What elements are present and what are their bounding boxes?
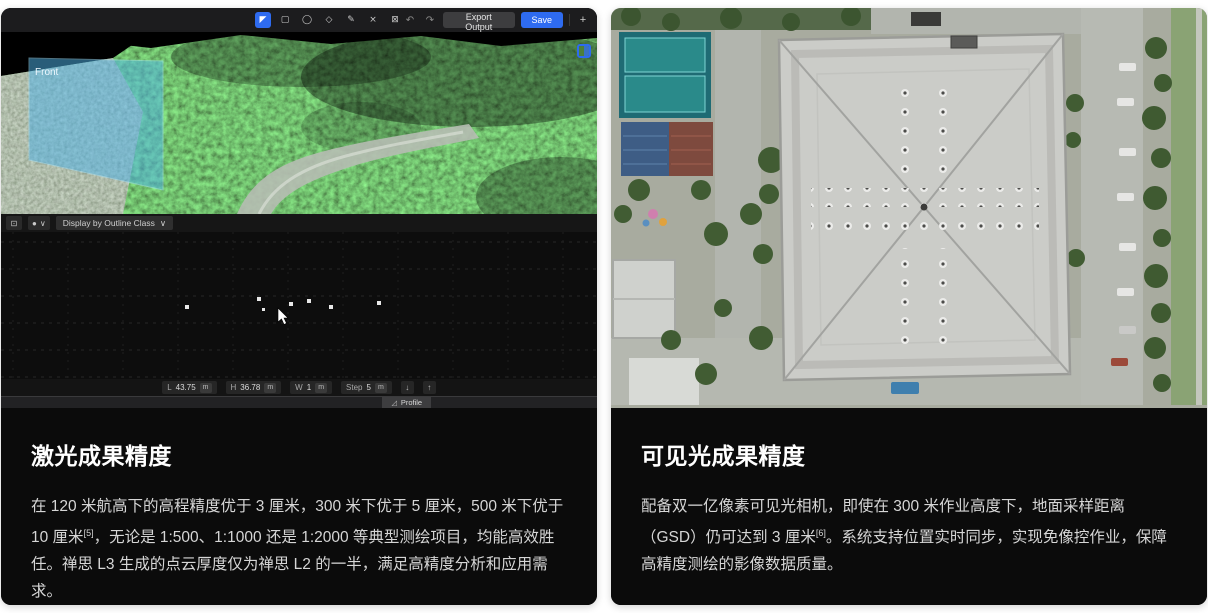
profile-point-samples [185,297,381,311]
add-icon[interactable]: + [576,13,590,27]
chevron-down-icon: ∨ [160,218,166,229]
profile-tab-label: Profile [401,398,422,407]
length-field[interactable]: L 43.75 m [162,381,216,394]
select-tool-icon[interactable]: ◤ [255,12,271,28]
measurement-toolbar: L 43.75 m H 36.78 m W 1 m Step 5 m [1,379,597,396]
chevron-down-icon: ∨ [40,219,46,228]
bottom-tab-bar: ◿ Profile [1,396,597,408]
parked-cars [1117,63,1136,334]
field-value: 36.78 [240,383,260,392]
field-unit: m [375,383,387,393]
undo-icon[interactable]: ↶ [403,13,417,27]
field-label: H [231,383,237,392]
lidar-accuracy-card: ◤ ▢ ◯ ◇ ✎ × ⊠ ↶ ↷ Export Output Save + [1,8,597,605]
clear-selection-tool-icon[interactable]: × [365,12,381,28]
forest-point-cloud-render: Front [1,32,597,214]
step-field[interactable]: Step 5 m [341,381,392,394]
point-cloud-3d-viewport[interactable]: Front [1,32,597,214]
box-select-tool-icon[interactable]: ⊠ [387,12,403,28]
visible-light-text-section: 可见光成果精度 配备双一亿像素可见光相机，即使在 300 米作业高度下，地面采样… [611,408,1207,605]
aerial-orthophoto [611,8,1207,408]
point-size-dropdown[interactable]: ● ∨ [28,216,50,230]
visible-light-body: 配备双一亿像素可见光相机，即使在 300 米作业高度下，地面采样距离（GSD）仍… [641,493,1177,578]
viewer-toolbar: ◤ ▢ ◯ ◇ ✎ × ⊠ ↶ ↷ Export Output Save + [1,8,597,32]
field-label: W [295,383,303,392]
aerial-building-render [611,8,1207,405]
height-field[interactable]: H 36.78 m [226,381,282,394]
capture-icon[interactable]: ⊡ [6,216,22,230]
selection-plane-label: Front [35,67,59,78]
redo-icon[interactable]: ↷ [423,13,437,27]
field-label: Step [346,383,362,392]
toolbar-right-group: ↶ ↷ Export Output Save + [403,12,590,28]
field-unit: m [264,383,276,393]
profile-chart-icon: ◿ [391,399,396,407]
field-value: 5 [367,383,371,392]
field-unit: m [315,383,327,393]
rect-select-tool-icon[interactable]: ▢ [277,12,293,28]
lidar-text-section: 激光成果精度 在 120 米航高下的高程精度优于 3 厘米，300 米下优于 5… [1,408,597,605]
footnote-5: [5] [84,528,94,538]
circle-select-tool-icon[interactable]: ◯ [299,12,315,28]
selection-tools-group: ◤ ▢ ◯ ◇ ✎ × ⊠ [255,12,403,28]
visible-light-accuracy-card: 可见光成果精度 配备双一亿像素可见光相机，即使在 300 米作业高度下，地面采样… [611,8,1207,605]
width-field[interactable]: W 1 m [290,381,332,394]
profile-grid [1,232,597,379]
field-label: L [167,383,171,392]
field-unit: m [200,383,212,393]
field-value: 43.75 [176,383,196,392]
display-mode-label: Display by Outline Class [63,218,155,228]
point-cloud-software-screenshot: ◤ ▢ ◯ ◇ ✎ × ⊠ ↶ ↷ Export Output Save + [1,8,597,408]
lidar-heading: 激光成果精度 [31,437,567,471]
toolbar-divider [569,14,570,26]
point-size-icon: ● [32,219,37,228]
save-button[interactable]: Save [521,12,564,28]
display-mode-dropdown[interactable]: Display by Outline Class ∨ [56,216,173,230]
field-value: 1 [307,383,311,392]
step-down-icon[interactable]: ↓ [401,381,414,394]
display-options-bar: ⊡ ● ∨ Display by Outline Class ∨ [1,214,597,232]
profile-tab[interactable]: ◿ Profile [382,397,431,408]
profile-cross-section-view[interactable] [1,232,597,379]
visible-light-heading: 可见光成果精度 [641,437,1177,471]
footnote-6: [6] [816,528,826,538]
step-up-icon[interactable]: ↑ [423,381,436,394]
basemap-toggle-icon[interactable] [577,44,591,58]
export-output-button[interactable]: Export Output [443,12,515,28]
lidar-body: 在 120 米航高下的高程精度优于 3 厘米，300 米下优于 5 厘米，500… [31,493,567,605]
mouse-cursor-icon [278,308,288,325]
polygon-select-tool-icon[interactable]: ◇ [321,12,337,28]
feature-cards-section: ◤ ▢ ◯ ◇ ✎ × ⊠ ↶ ↷ Export Output Save + [0,0,1208,613]
pen-tool-icon[interactable]: ✎ [343,12,359,28]
